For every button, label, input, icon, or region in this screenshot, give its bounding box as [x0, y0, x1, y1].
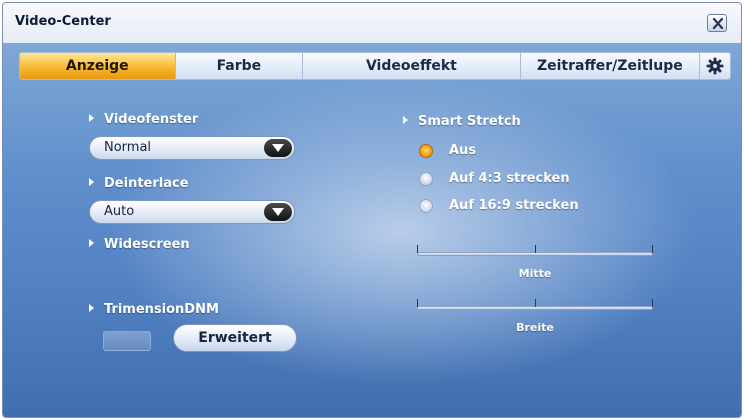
videofenster-value: Normal: [104, 140, 152, 155]
window-title: Video-Center: [15, 14, 111, 29]
widescreen-text: Widescreen: [104, 237, 190, 252]
radio-button[interactable]: [419, 198, 433, 213]
radio-label: Auf 16:9 strecken: [449, 198, 579, 213]
tab-videoeffekt[interactable]: Videoeffekt: [303, 53, 521, 79]
settings-button[interactable]: [700, 53, 730, 79]
dropdown-button[interactable]: [264, 139, 292, 157]
bullet-icon: [89, 114, 94, 122]
radio-aus[interactable]: Aus: [419, 143, 476, 158]
radio-16-9[interactable]: Auf 16:9 strecken: [419, 198, 579, 213]
erweitert-button[interactable]: Erweitert: [173, 324, 297, 352]
tab-label: Videoeffekt: [365, 58, 457, 74]
deinterlace-dropdown[interactable]: Auto: [89, 200, 295, 224]
videofenster-label: Videofenster: [89, 112, 198, 127]
content-area: [3, 43, 741, 417]
deinterlace-value: Auto: [104, 204, 135, 219]
widescreen-label: Widescreen: [89, 237, 190, 252]
video-center-window: Video-Center Anzeige Farbe Videoeffekt Z…: [2, 2, 742, 418]
title-bar: Video-Center: [3, 3, 741, 43]
radio-4-3[interactable]: Auf 4:3 strecken: [419, 171, 570, 186]
radio-label: Aus: [449, 143, 477, 158]
smart-stretch-text: Smart Stretch: [418, 114, 521, 129]
gear-icon: [706, 57, 724, 75]
slider-tick: [535, 245, 536, 253]
tab-zeitraffer-zeitlupe[interactable]: Zeitraffer/Zeitlupe: [521, 53, 701, 79]
deinterlace-label: Deinterlace: [89, 176, 189, 191]
videofenster-dropdown[interactable]: Normal: [89, 136, 295, 160]
tab-anzeige[interactable]: Anzeige: [20, 53, 176, 79]
radio-label: Auf 4:3 strecken: [449, 171, 570, 186]
slider-tick: [652, 299, 653, 307]
slider-tick: [652, 245, 653, 253]
breite-label: Breite: [516, 321, 554, 334]
chevron-down-icon: [272, 144, 284, 152]
radio-button[interactable]: [419, 171, 433, 186]
tab-farbe[interactable]: Farbe: [176, 53, 304, 79]
chevron-down-icon: [272, 208, 284, 216]
tab-label: Anzeige: [65, 58, 129, 74]
tab-bar: Anzeige Farbe Videoeffekt Zeitraffer/Zei…: [19, 52, 731, 80]
bullet-icon: [89, 304, 94, 312]
bullet-icon: [89, 239, 94, 247]
breite-slider[interactable]: [417, 299, 653, 313]
bullet-icon: [89, 178, 94, 186]
videofenster-text: Videofenster: [104, 112, 199, 127]
slider-tick: [417, 245, 418, 253]
close-icon: [712, 18, 724, 29]
mitte-slider[interactable]: [417, 245, 653, 259]
dropdown-button[interactable]: [264, 203, 292, 221]
slider-tick: [417, 299, 418, 307]
bullet-icon: [403, 116, 408, 124]
radio-button[interactable]: [419, 143, 433, 158]
trimension-toggle[interactable]: [103, 331, 151, 351]
tab-label: Farbe: [216, 58, 262, 74]
smart-stretch-label: Smart Stretch: [403, 114, 521, 129]
deinterlace-text: Deinterlace: [104, 176, 189, 191]
slider-tick: [535, 299, 536, 307]
trimension-text: TrimensionDNM: [104, 302, 219, 317]
tab-label: Zeitraffer/Zeitlupe: [536, 58, 683, 74]
trimension-label: TrimensionDNM: [89, 302, 219, 317]
mitte-label: Mitte: [518, 267, 552, 280]
close-button[interactable]: [707, 14, 727, 32]
